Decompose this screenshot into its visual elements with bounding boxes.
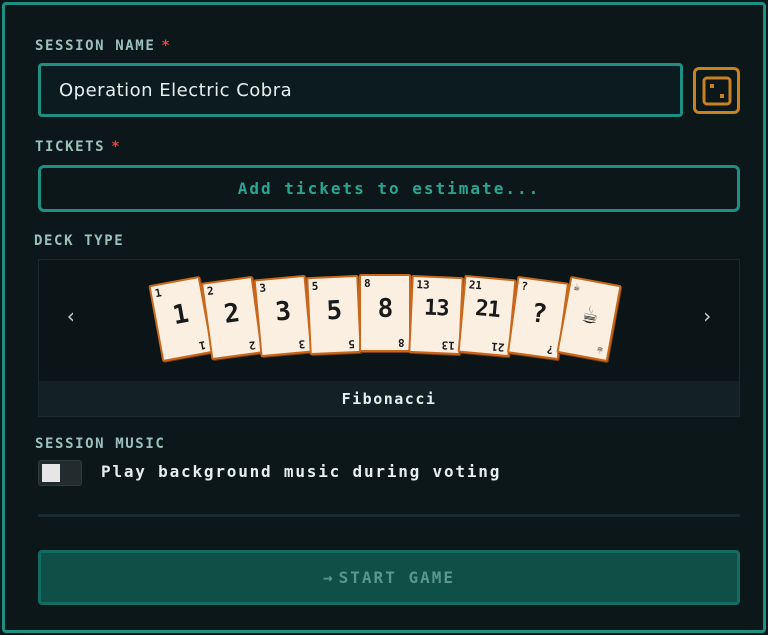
card-corner-label: 5	[348, 336, 356, 350]
card-corner-label: 2	[248, 337, 257, 352]
required-marker: *	[111, 139, 122, 155]
card-value: ?	[529, 297, 548, 330]
card-value: 1	[170, 299, 191, 332]
card-corner-label: 21	[490, 339, 505, 354]
card-corner-label: ☕	[572, 280, 582, 295]
session-name-input[interactable]: Operation Electric Cobra	[38, 63, 683, 117]
deck-name: Fibonacci	[39, 381, 739, 416]
session-name-label: SESSION NAME *	[35, 38, 172, 54]
card-corner-label: 21	[468, 278, 483, 293]
card-corner-label: 3	[258, 281, 267, 296]
deck-card: 333	[253, 274, 313, 358]
card-corner-label: 13	[441, 337, 455, 352]
card-corner-label: 1	[153, 286, 163, 301]
card-corner-label: 1	[198, 338, 208, 353]
card-value: 5	[325, 295, 342, 326]
create-session-panel: SESSION NAME * Operation Electric Cobra T…	[2, 2, 766, 633]
card-corner-label: ☕	[595, 344, 605, 359]
deck-type-label: DECK TYPE	[34, 233, 125, 249]
randomize-name-button[interactable]	[693, 67, 740, 114]
session-music-label: SESSION MUSIC	[35, 436, 166, 452]
dice-icon	[702, 76, 731, 105]
toggle-knob	[42, 464, 60, 482]
start-game-button[interactable]: → START GAME	[38, 550, 740, 605]
chevron-right-icon[interactable]: ›	[695, 304, 719, 328]
divider	[38, 514, 740, 517]
music-toggle[interactable]	[38, 460, 82, 486]
tickets-label: TICKETS *	[35, 139, 122, 155]
card-value: ☕	[579, 299, 600, 332]
card-value: 8	[377, 294, 394, 324]
deck-card: 888	[359, 274, 411, 352]
chevron-left-icon[interactable]: ‹	[59, 304, 83, 328]
arrow-right-icon: →	[323, 568, 335, 587]
card-corner-label: 8	[364, 277, 371, 290]
card-value: 3	[273, 296, 292, 328]
card-value: 21	[474, 296, 501, 324]
card-value: 2	[222, 297, 241, 330]
start-game-label: START GAME	[338, 568, 455, 587]
card-value: 13	[423, 295, 450, 322]
card-corner-label: 3	[298, 337, 307, 351]
required-marker: *	[161, 38, 172, 54]
tickets-placeholder: Add tickets to estimate...	[237, 179, 541, 198]
card-corner-label: 2	[206, 284, 215, 298]
tickets-input[interactable]: Add tickets to estimate...	[38, 165, 740, 212]
card-corner-label: ?	[546, 342, 555, 357]
deck-card: 555	[306, 274, 362, 355]
session-name-value: Operation Electric Cobra	[59, 79, 293, 101]
deck-carousel: ‹ › 1 1 1 2 2 2 3 3 3 5 5 5 8 8 8 13 13 13 21 21 21??? ☕ ☕ ☕ Fi…	[38, 259, 740, 417]
deck-card: 13 13 13	[408, 274, 464, 355]
card-corner-label: 5	[311, 279, 319, 293]
music-toggle-label[interactable]: Play background music during voting	[101, 462, 501, 481]
card-corner-label: 8	[398, 336, 405, 349]
card-corner-label: 13	[416, 277, 430, 292]
card-corner-label: ?	[520, 279, 529, 294]
